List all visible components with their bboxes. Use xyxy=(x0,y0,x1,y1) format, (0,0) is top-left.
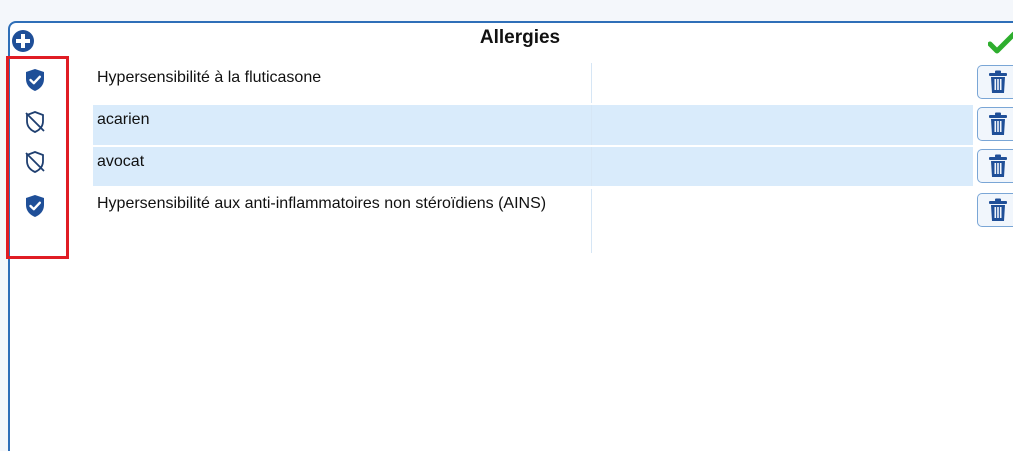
shield-check-icon[interactable] xyxy=(24,194,46,218)
delete-button[interactable] xyxy=(977,193,1013,227)
trash-icon xyxy=(988,70,1007,93)
delete-button[interactable] xyxy=(977,65,1013,99)
allergy-row[interactable]: Hypersensibilité aux anti-inflammatoires… xyxy=(93,189,973,253)
trash-icon xyxy=(988,198,1007,221)
delete-button[interactable] xyxy=(977,149,1013,183)
shield-check-icon[interactable] xyxy=(24,68,46,92)
delete-button[interactable] xyxy=(977,107,1013,141)
shield-off-icon[interactable] xyxy=(24,150,46,174)
allergy-extra-cell xyxy=(591,147,973,186)
shield-off-icon[interactable] xyxy=(24,110,46,134)
allergy-extra-cell xyxy=(591,189,973,253)
allergy-extra-cell xyxy=(591,63,973,103)
plus-circle-icon[interactable] xyxy=(11,29,35,53)
allergy-label: avocat xyxy=(97,153,145,170)
trash-icon xyxy=(988,154,1007,177)
allergy-row[interactable]: acarien xyxy=(93,105,973,145)
check-icon[interactable] xyxy=(988,31,1013,55)
allergy-label: acarien xyxy=(97,111,150,128)
trash-icon xyxy=(988,112,1007,135)
allergy-row[interactable]: avocat xyxy=(93,147,973,186)
allergy-label: Hypersensibilité aux anti-inflammatoires… xyxy=(97,195,547,212)
panel-title: Allergies xyxy=(479,27,561,48)
allergy-row[interactable]: Hypersensibilité à la fluticasone xyxy=(93,63,973,103)
allergy-label: Hypersensibilité à la fluticasone xyxy=(97,69,322,86)
allergy-extra-cell xyxy=(591,105,973,145)
